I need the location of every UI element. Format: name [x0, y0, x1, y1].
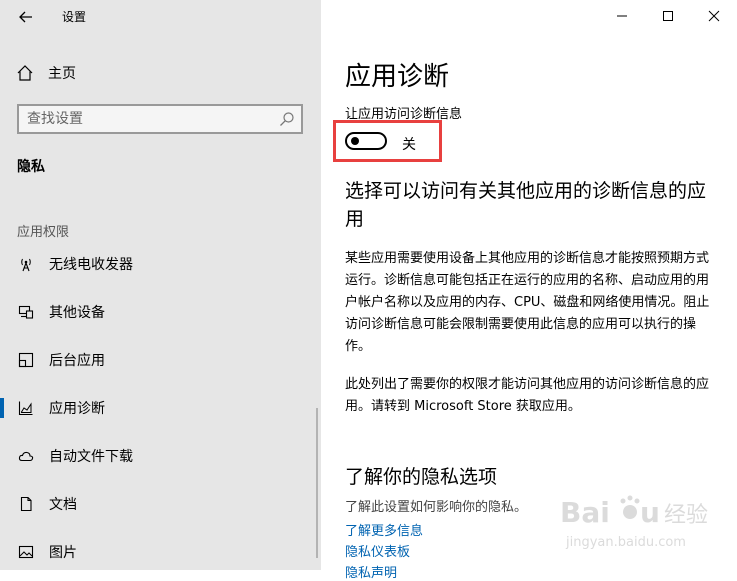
sidebar-item-other-devices[interactable]: 其他设备 [0, 292, 310, 332]
home-icon [17, 65, 33, 81]
back-button[interactable] [14, 6, 38, 28]
close-button[interactable] [691, 0, 737, 32]
sidebar-item-label: 图片 [49, 545, 77, 561]
store-paragraph: 此处列出了需要你的权限才能访问其他应用的访问诊断信息的应用。请转到 Micros… [345, 377, 710, 414]
minimize-icon [617, 15, 627, 17]
privacy-options-title: 了解你的隐私选项 [345, 466, 498, 488]
search-icon[interactable] [279, 111, 295, 127]
active-indicator [0, 398, 4, 418]
devices-icon [17, 303, 35, 321]
background-apps-icon [17, 351, 35, 369]
privacy-statement-link[interactable]: 隐私声明 [345, 562, 397, 581]
minimize-button[interactable] [599, 0, 645, 32]
window-controls [599, 0, 737, 32]
document-icon [17, 495, 35, 513]
nav-home[interactable]: 主页 [16, 62, 76, 84]
watermark-brand: Bai [560, 496, 610, 529]
sidebar-item-label: 无线电收发器 [49, 257, 133, 273]
watermark-url: jingyan.baidu.com [565, 535, 686, 550]
section-heading-privacy: 隐私 [17, 159, 45, 175]
sidebar-item-label: 文档 [49, 497, 77, 513]
sidebar-scrollbar[interactable] [316, 408, 318, 558]
sidebar-item-label: 自动文件下载 [49, 449, 133, 465]
watermark-brand-end: u [640, 496, 660, 529]
sidebar-item-pictures[interactable]: 图片 [0, 532, 310, 572]
sidebar-item-label: 后台应用 [49, 353, 105, 369]
section-title: 选择可以访问有关其他应用的诊断信息的应用 [345, 180, 707, 230]
learn-more-link[interactable]: 了解更多信息 [345, 520, 423, 539]
privacy-options-description: 了解此设置如何影响你的隐私。 [345, 500, 528, 515]
sidebar-item-auto-downloads[interactable]: 自动文件下载 [0, 436, 310, 476]
diagnostics-chart-icon [17, 399, 35, 417]
maximize-icon [663, 11, 673, 21]
privacy-dashboard-link[interactable]: 隐私仪表板 [345, 541, 410, 560]
description-paragraph: 某些应用需要使用设备上其他应用的诊断信息才能按照预期方式运行。诊断信息可能包括正… [345, 251, 710, 354]
maximize-button[interactable] [645, 0, 691, 32]
watermark-cn: 经验 [664, 503, 708, 528]
search-box[interactable] [17, 104, 303, 134]
nav-home-label: 主页 [48, 66, 76, 82]
antenna-icon [17, 255, 35, 273]
sidebar-item-label: 应用诊断 [49, 401, 105, 417]
sidebar-item-documents[interactable]: 文档 [0, 484, 310, 524]
toggle-knob [351, 137, 359, 145]
sidebar-item-background-apps[interactable]: 后台应用 [0, 340, 310, 380]
sidebar-item-radios[interactable]: 无线电收发器 [0, 244, 310, 284]
page-title: 应用诊断 [345, 62, 450, 92]
cloud-icon [17, 447, 35, 465]
sidebar-item-app-diagnostics[interactable]: 应用诊断 [0, 388, 310, 428]
arrow-left-icon [19, 11, 32, 23]
sidebar: 设置 主页 隐私 应用权限 无线电收发器 [0, 0, 321, 570]
picture-icon [17, 543, 35, 561]
diagnostics-toggle[interactable] [345, 132, 387, 150]
group-heading-app-permissions: 应用权限 [17, 225, 70, 240]
baidu-watermark: Bai u 经验 jingyan.baidu.com [560, 488, 720, 556]
toggle-state-label: 关 [402, 137, 416, 153]
window-title: 设置 [62, 10, 87, 24]
paw-icon [620, 495, 640, 519]
sidebar-item-label: 其他设备 [49, 305, 105, 321]
search-input[interactable] [27, 111, 267, 127]
close-icon [708, 10, 720, 22]
